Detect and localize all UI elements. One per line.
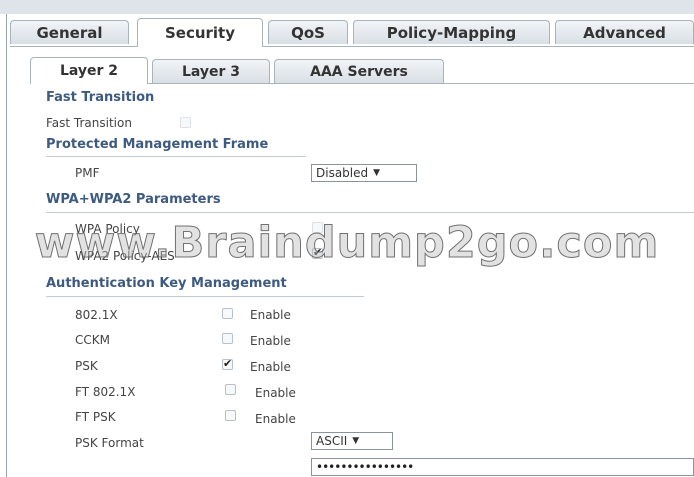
akm-cckm-checkbox[interactable] — [222, 333, 233, 344]
dropdown-arrow-icon: ▼ — [352, 436, 360, 446]
pmf-label: PMF — [75, 166, 100, 180]
tab-advanced-label: Advanced — [583, 23, 666, 42]
wpa2-policy-aes-label: WPA2 Policy-AES — [75, 249, 175, 263]
akm-divider — [46, 296, 364, 297]
akm-psk-label: PSK — [75, 359, 98, 373]
subtab-layer-3[interactable]: Layer 3 — [152, 59, 270, 83]
fast-transition-label: Fast Transition — [46, 116, 132, 130]
psk-format-label: PSK Format — [75, 436, 144, 450]
subtab-layer-2-label: Layer 2 — [59, 63, 119, 79]
akm-ft-8021x-label: FT 802.1X — [75, 385, 136, 399]
tab-policy-mapping-label: Policy-Mapping — [386, 23, 517, 42]
wpa2-policy-aes-checkbox[interactable] — [312, 246, 323, 259]
akm-ft-8021x-checkbox[interactable] — [225, 384, 236, 395]
tab-security-label: Security — [164, 24, 236, 42]
akm-psk-enable: Enable — [250, 360, 291, 374]
tab-advanced[interactable]: Advanced — [555, 20, 694, 44]
tab-qos-label: QoS — [291, 23, 325, 42]
tab-policy-mapping[interactable]: Policy-Mapping — [353, 20, 550, 44]
main-tab-bar: General Security QoS Policy-Mapping Adva… — [10, 18, 694, 47]
akm-ft-psk-checkbox[interactable] — [225, 410, 236, 421]
tab-general-label: General — [36, 23, 103, 42]
pmf-heading: Protected Management Frame — [46, 137, 269, 152]
wpa-policy-checkbox[interactable] — [312, 222, 323, 233]
tab-general[interactable]: General — [10, 20, 129, 44]
tab-qos[interactable]: QoS — [268, 20, 348, 44]
subtab-aaa-servers[interactable]: AAA Servers — [274, 59, 444, 83]
pmf-select[interactable]: Disabled ▼ — [311, 164, 417, 182]
akm-8021x-enable: Enable — [250, 308, 291, 322]
psk-format-select-value: ASCII — [316, 434, 348, 448]
akm-cckm-label: CCKM — [75, 333, 110, 347]
pmf-divider — [46, 156, 306, 157]
akm-heading: Authentication Key Management — [46, 276, 287, 291]
psk-password-field[interactable]: •••••••••••••••• — [311, 458, 694, 476]
subtab-layer-2[interactable]: Layer 2 — [30, 57, 148, 84]
wpa-heading: WPA+WPA2 Parameters — [46, 192, 221, 207]
fast-transition-heading: Fast Transition — [46, 90, 155, 105]
akm-8021x-checkbox[interactable] — [222, 308, 233, 319]
sub-tab-bar: Layer 2 Layer 3 AAA Servers — [30, 57, 450, 84]
psk-format-select[interactable]: ASCII ▼ — [311, 432, 393, 450]
akm-ft-8021x-enable: Enable — [255, 386, 296, 400]
wpa-divider — [46, 212, 694, 213]
tab-underline — [10, 46, 694, 47]
wpa-policy-label: WPA Policy — [75, 222, 140, 236]
dropdown-arrow-icon: ▼ — [373, 168, 381, 178]
fast-transition-checkbox[interactable] — [180, 117, 191, 128]
tab-security[interactable]: Security — [137, 18, 263, 47]
akm-psk-checkbox[interactable] — [222, 357, 233, 370]
akm-cckm-enable: Enable — [250, 334, 291, 348]
subtab-layer-3-label: Layer 3 — [181, 63, 241, 80]
pmf-select-value: Disabled — [316, 166, 369, 180]
akm-ft-psk-label: FT PSK — [75, 410, 116, 424]
top-strip — [0, 0, 694, 14]
akm-ft-psk-enable: Enable — [255, 412, 296, 426]
subtab-aaa-servers-label: AAA Servers — [310, 63, 408, 80]
akm-8021x-label: 802.1X — [75, 308, 118, 322]
